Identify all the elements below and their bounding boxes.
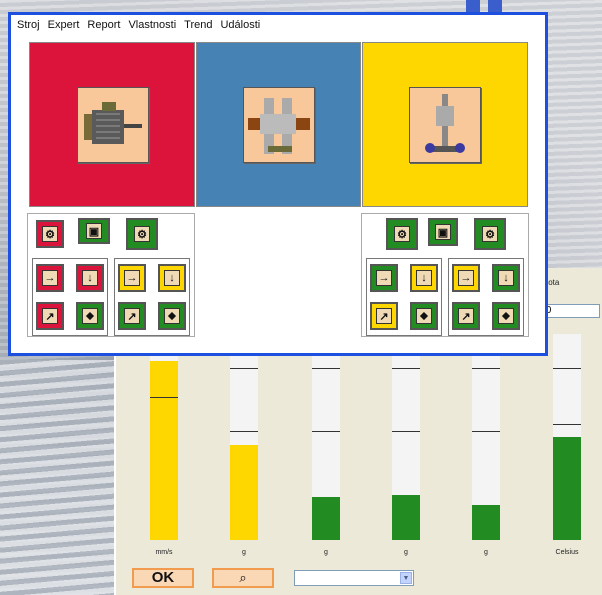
menu-trend[interactable]: Trend <box>184 15 212 35</box>
bearing-front-button[interactable]: ⚙ <box>36 220 64 248</box>
bearing-front-button[interactable]: ⚙ <box>386 218 418 250</box>
vertical-sensor-button[interactable]: ↓ <box>410 264 438 292</box>
bearing-rear-button[interactable]: ⚙ <box>126 218 158 250</box>
gauge-bar <box>150 334 178 540</box>
menu-udalosti[interactable]: Události <box>220 15 260 35</box>
envelope-sensor-button[interactable]: ⬥ <box>76 302 104 330</box>
envelope-sensor-button[interactable]: ⬥ <box>492 302 520 330</box>
arrow-down-icon: ↓ <box>82 270 98 286</box>
gauge-threshold <box>553 424 581 425</box>
menu-vlastnosti[interactable]: Vlastnosti <box>128 15 176 35</box>
horizontal-sensor-button[interactable]: → <box>370 264 398 292</box>
gauge-fill <box>392 494 420 540</box>
axial-sensor-button[interactable]: ↗ <box>118 302 146 330</box>
gauge-fill <box>472 504 500 540</box>
gauge-threshold <box>230 431 258 432</box>
gauge-threshold <box>472 368 500 369</box>
desktop-wallpaper-detail <box>0 360 115 595</box>
vertical-sensor-button[interactable]: ↓ <box>158 264 186 292</box>
selection-dropdown[interactable]: ▼ <box>294 570 414 586</box>
motor-panel[interactable] <box>29 42 195 207</box>
arrow-right-icon: → <box>458 270 474 286</box>
gauge-bar <box>230 334 258 540</box>
bearing-icon: ⚙ <box>42 226 58 242</box>
gauge-bar <box>472 334 500 540</box>
bearing-icon: ⚙ <box>482 226 498 242</box>
arrow-diagonal-icon: ↗ <box>124 308 140 324</box>
axial-sensor-button[interactable]: ↗ <box>370 302 398 330</box>
temperature-value-field[interactable]: .0 <box>540 304 600 318</box>
probe-icon: ⬥ <box>416 308 432 324</box>
gauge-bar <box>312 334 340 540</box>
gearbox-icon[interactable] <box>243 87 315 163</box>
motor-subtree: ⚙ ▣ ⚙ → ↓ ↗ ⬥ → ↓ ↗ ⬥ <box>27 213 195 337</box>
menu-report[interactable]: Report <box>87 15 120 35</box>
probe-icon: ⬥ <box>164 308 180 324</box>
gauge-bar <box>553 334 581 540</box>
motor-icon[interactable] <box>77 87 149 163</box>
pump-body-button[interactable]: ▣ <box>428 218 458 246</box>
ok-button[interactable]: OK <box>132 568 194 588</box>
gauge-unit: mm/s <box>155 549 173 556</box>
gauge-bar <box>392 334 420 540</box>
arrow-diagonal-icon: ↗ <box>376 308 392 324</box>
gauge-fill <box>553 437 581 540</box>
probe-icon: ⬥ <box>82 308 98 324</box>
background-window-edge <box>488 0 502 12</box>
gauge-fill <box>312 496 340 540</box>
bearing-icon: ⚙ <box>394 226 410 242</box>
envelope-sensor-button[interactable]: ⬥ <box>158 302 186 330</box>
arrow-right-icon: → <box>42 270 58 286</box>
gauge-unit: Celsius <box>555 549 579 556</box>
probe-icon: ⬥ <box>498 308 514 324</box>
gauge-fill <box>150 360 178 540</box>
axial-sensor-button[interactable]: ↗ <box>452 302 480 330</box>
gauge-unit: g <box>484 549 488 556</box>
envelope-sensor-button[interactable]: ⬥ <box>410 302 438 330</box>
gauge-unit: g <box>242 549 246 556</box>
chevron-down-icon[interactable]: ▼ <box>400 572 412 584</box>
arrow-right-icon: → <box>376 270 392 286</box>
gauge-threshold <box>312 368 340 369</box>
arrow-diagonal-icon: ↗ <box>42 308 58 324</box>
horizontal-sensor-button[interactable]: → <box>36 264 64 292</box>
arrow-right-icon: → <box>124 270 140 286</box>
pump-subtree: ⚙ ▣ ⚙ → ↓ ↗ ⬥ → ↓ ↗ ⬥ <box>361 213 529 337</box>
arrow-down-icon: ↓ <box>498 270 514 286</box>
gauge-threshold <box>553 368 581 369</box>
menu-bar: Stroj Expert Report Vlastnosti Trend Udá… <box>11 15 545 35</box>
arrow-down-icon: ↓ <box>416 270 432 286</box>
motor-body-button[interactable]: ▣ <box>78 218 110 244</box>
pump-icon[interactable] <box>409 87 481 163</box>
pump-panel[interactable] <box>362 42 528 207</box>
horizontal-sensor-button[interactable]: → <box>118 264 146 292</box>
machine-window: Stroj Expert Report Vlastnosti Trend Udá… <box>8 12 548 356</box>
arrow-diagonal-icon: ↗ <box>458 308 474 324</box>
axial-sensor-button[interactable]: ↗ <box>36 302 64 330</box>
gauge-threshold <box>230 368 258 369</box>
gauge-threshold <box>472 431 500 432</box>
gauge-fill <box>230 445 258 540</box>
gearbox-panel[interactable] <box>196 42 361 207</box>
menu-stroj[interactable]: Stroj <box>17 15 40 35</box>
magnifier-icon: ⌕ <box>239 570 247 585</box>
gauge-unit: g <box>404 549 408 556</box>
bearing-icon: ⚙ <box>134 226 150 242</box>
bearing-rear-button[interactable]: ⚙ <box>474 218 506 250</box>
pump-small-icon: ▣ <box>435 224 451 240</box>
vertical-sensor-button[interactable]: ↓ <box>76 264 104 292</box>
gauge-threshold <box>392 368 420 369</box>
magnifier-button[interactable]: ⌕ <box>212 568 274 588</box>
gauge-unit: g <box>324 549 328 556</box>
motor-small-icon: ▣ <box>86 223 102 239</box>
gauge-threshold <box>150 397 178 398</box>
menu-expert[interactable]: Expert <box>48 15 80 35</box>
vertical-sensor-button[interactable]: ↓ <box>492 264 520 292</box>
background-window-edge <box>466 0 480 12</box>
horizontal-sensor-button[interactable]: → <box>452 264 480 292</box>
gauge-threshold <box>392 431 420 432</box>
arrow-down-icon: ↓ <box>164 270 180 286</box>
gauge-threshold <box>312 431 340 432</box>
